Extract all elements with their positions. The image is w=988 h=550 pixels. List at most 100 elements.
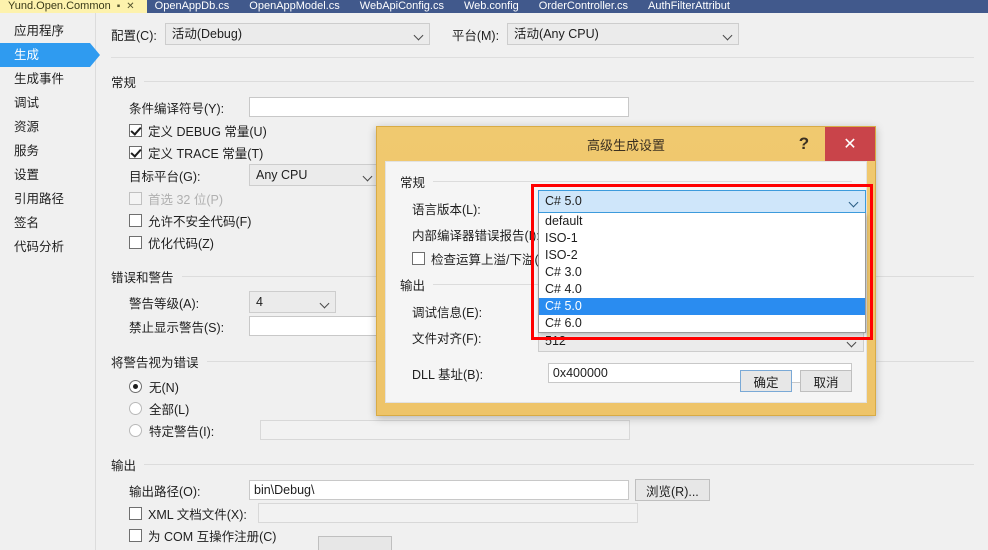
sidebar-item-build-events[interactable]: 生成事件 <box>0 67 95 91</box>
checkbox-icon[interactable] <box>129 235 142 249</box>
warn-all-label: 全部(L) <box>149 402 190 417</box>
sidebar-item-build[interactable]: 生成 <box>0 43 100 67</box>
sidebar-item-label: 生成 <box>14 48 40 62</box>
target-platform-label: 目标平台(G): <box>129 169 201 184</box>
tab-ordercontroller[interactable]: OrderController.cs <box>531 0 640 13</box>
xml-doc-input[interactable] <box>258 503 638 523</box>
general-group-title: 常规 <box>111 76 137 90</box>
sidebar-item-label: 服务 <box>14 144 40 158</box>
sidebar-item-application[interactable]: 应用程序 <box>0 19 95 43</box>
sidebar-item-services[interactable]: 服务 <box>0 139 95 163</box>
warn-specific-input[interactable] <box>260 420 630 440</box>
ok-button[interactable]: 确定 <box>740 370 792 392</box>
tab-webconfig[interactable]: Web.config <box>456 0 531 13</box>
sidebar-item-resources[interactable]: 资源 <box>0 115 95 139</box>
app-root: Yund.Open.Common ▪ ✕ OpenAppDb.cs OpenAp… <box>0 0 988 550</box>
option-csharp-4[interactable]: C# 4.0 <box>539 281 865 298</box>
checkbox-icon[interactable] <box>129 123 142 137</box>
output-path-input[interactable] <box>249 480 629 500</box>
tab-label: Web.config <box>463 0 519 12</box>
platform-combobox[interactable]: 活动(Any CPU) <box>507 23 740 45</box>
close-icon[interactable]: ✕ <box>126 0 134 13</box>
browse-button[interactable]: 浏览(R)... <box>635 479 710 501</box>
dll-base-address-label: DLL 基址(B): <box>412 367 484 382</box>
cancel-button[interactable]: 取消 <box>800 370 852 392</box>
sidebar-item-label: 应用程序 <box>14 24 65 38</box>
option-csharp-3[interactable]: C# 3.0 <box>539 264 865 281</box>
output-group-title: 输出 <box>111 459 137 473</box>
radio-icon[interactable] <box>129 423 142 437</box>
sidebar-item-debug[interactable]: 调试 <box>0 91 95 115</box>
help-icon[interactable]: ? <box>791 131 817 157</box>
general-group-header: 常规 <box>111 72 974 91</box>
configuration-label: 配置(C): <box>111 28 157 43</box>
language-version-option-list[interactable]: default ISO-1 ISO-2 C# 3.0 C# 4.0 C# 5.0… <box>538 213 866 333</box>
warn-specific-row[interactable]: 特定警告(I): <box>111 419 974 441</box>
warning-level-combobox[interactable]: 4 <box>249 291 336 313</box>
com-interop-row[interactable]: 为 COM 互操作注册(C) <box>111 524 974 546</box>
radio-icon[interactable] <box>129 379 142 393</box>
tab-label: OpenAppModel.cs <box>249 0 340 12</box>
target-platform-combobox[interactable]: Any CPU <box>249 164 379 186</box>
dialog-title-bar: 高级生成设置 ? ✕ <box>377 127 875 161</box>
define-debug-label: 定义 DEBUG 常量(U) <box>148 124 267 139</box>
tab-authfilterattribute[interactable]: AuthFilterAttribut <box>640 0 742 13</box>
output-group-header: 输出 <box>111 455 974 474</box>
properties-sidebar: 应用程序 生成 生成事件 调试 资源 服务 设置 引用路径 签名 代码分析 <box>0 13 100 550</box>
warning-level-label: 警告等级(A): <box>129 296 200 311</box>
option-csharp-5[interactable]: C# 5.0 <box>539 298 865 315</box>
platform-label: 平台(M): <box>451 28 500 43</box>
sidebar-item-label: 代码分析 <box>14 240 65 254</box>
tab-openappdb[interactable]: OpenAppDb.cs <box>147 0 242 13</box>
checkbox-icon[interactable] <box>129 506 142 520</box>
group-rule <box>144 81 974 82</box>
dialog-title: 高级生成设置 <box>586 137 665 153</box>
tab-yund-open-common[interactable]: Yund.Open.Common ▪ ✕ <box>0 0 147 13</box>
radio-icon[interactable] <box>129 401 142 415</box>
option-default[interactable]: default <box>539 213 865 230</box>
conditional-symbols-input[interactable] <box>249 97 629 117</box>
checkbox-icon[interactable] <box>129 528 142 542</box>
editor-tab-strip: Yund.Open.Common ▪ ✕ OpenAppDb.cs OpenAp… <box>0 0 988 13</box>
pin-icon[interactable]: ▪ <box>117 0 121 13</box>
check-overflow-label: 检查运算上溢/下溢(K <box>431 252 547 267</box>
tab-webapiconfig[interactable]: WebApiConfig.cs <box>352 0 456 13</box>
checkbox-icon <box>129 191 142 205</box>
configuration-row: 配置(C): 活动(Debug) 平台(M): 活动(Any CPU) <box>111 23 974 45</box>
dialog-general-group-title: 常规 <box>400 176 426 190</box>
file-alignment-value: 512 <box>545 334 566 348</box>
advanced-settings-button-partial[interactable] <box>318 536 392 550</box>
tab-label: Yund.Open.Common <box>8 0 111 12</box>
language-version-label: 语言版本(L): <box>412 202 481 217</box>
tab-label: AuthFilterAttribut <box>648 0 730 12</box>
checkbox-icon[interactable] <box>129 145 142 159</box>
conditional-symbols-label: 条件编译符号(Y): <box>129 101 225 116</box>
output-path-label: 输出路径(O): <box>129 484 201 499</box>
language-version-combobox[interactable]: C# 5.0 <box>538 190 866 213</box>
warn-none-label: 无(N) <box>149 380 179 395</box>
conditional-symbols-row: 条件编译符号(Y): <box>111 95 974 119</box>
sidebar-item-settings[interactable]: 设置 <box>0 163 95 187</box>
file-alignment-combobox[interactable]: 512 <box>538 330 864 352</box>
optimize-code-label: 优化代码(Z) <box>148 236 214 251</box>
output-path-row: 输出路径(O): 浏览(R)... <box>111 478 974 502</box>
option-csharp-6[interactable]: C# 6.0 <box>539 315 865 332</box>
close-icon[interactable]: ✕ <box>825 127 875 161</box>
option-iso-1[interactable]: ISO-1 <box>539 230 865 247</box>
target-platform-value: Any CPU <box>249 164 379 186</box>
sidebar-item-label: 生成事件 <box>14 72 65 86</box>
checkbox-icon[interactable] <box>129 213 142 227</box>
sidebar-item-signing[interactable]: 签名 <box>0 211 95 235</box>
internal-error-report-label: 内部编译器错误报告(I): <box>412 228 540 243</box>
configuration-combobox[interactable]: 活动(Debug) <box>164 23 430 45</box>
dialog-button-row: 确定 取消 <box>740 370 852 392</box>
xml-doc-row[interactable]: XML 文档文件(X): <box>111 502 974 524</box>
tab-openappmodel[interactable]: OpenAppModel.cs <box>241 0 352 13</box>
sidebar-item-reference-paths[interactable]: 引用路径 <box>0 187 95 211</box>
option-iso-2[interactable]: ISO-2 <box>539 247 865 264</box>
checkbox-icon[interactable] <box>412 251 425 265</box>
sidebar-item-code-analysis[interactable]: 代码分析 <box>0 235 95 259</box>
tab-label: OpenAppDb.cs <box>154 0 230 12</box>
dialog-general-group-header: 常规 <box>400 172 852 191</box>
sidebar-item-label: 资源 <box>14 120 40 134</box>
